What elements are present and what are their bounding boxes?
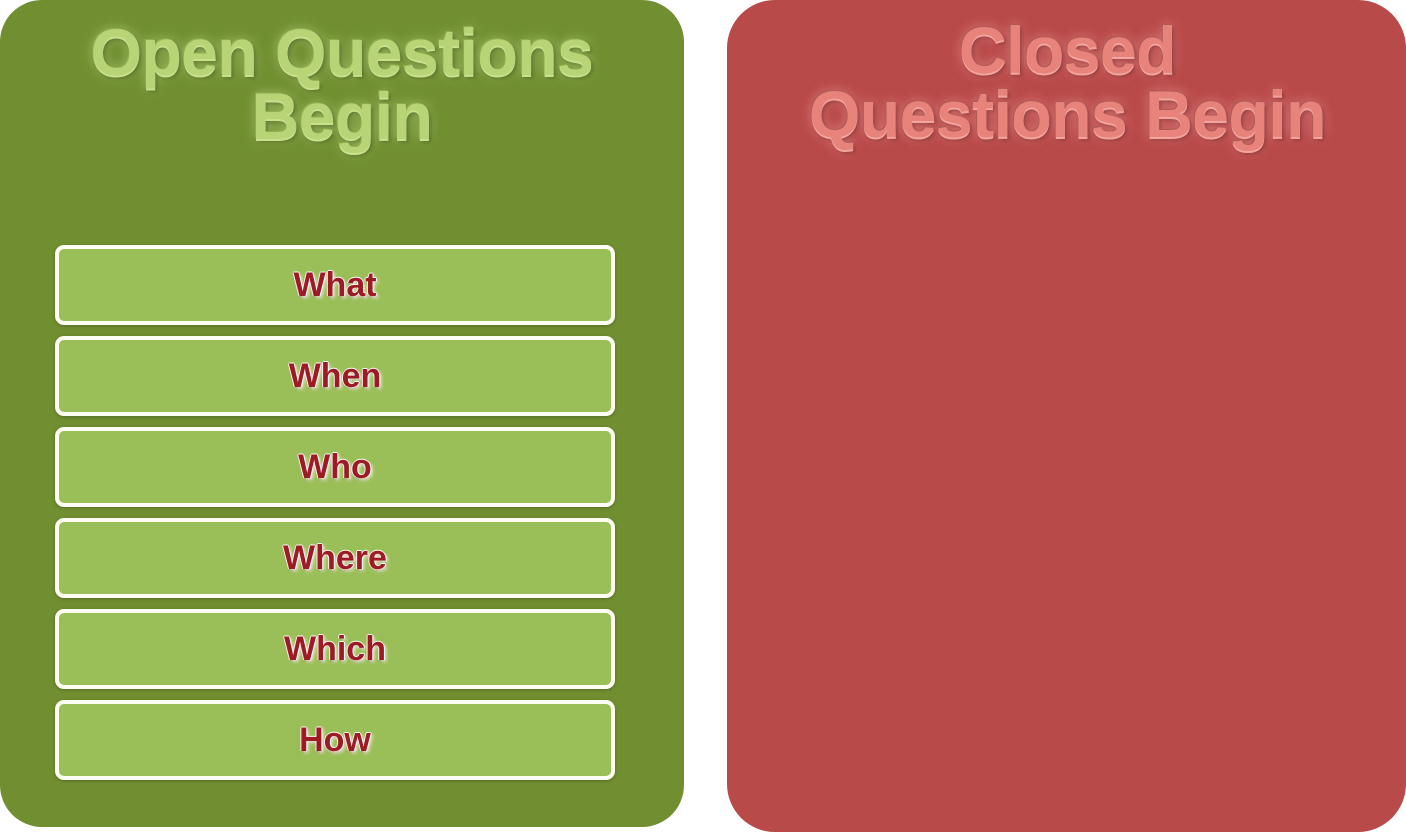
list-item[interactable]: Who bbox=[55, 427, 615, 507]
open-question-word: Where bbox=[283, 538, 387, 577]
open-questions-heading: Open Questions Begin bbox=[22, 15, 662, 154]
question-types-infographic: Open Questions Begin What When Who Where… bbox=[0, 0, 1406, 832]
open-questions-heading-line1: Open Questions bbox=[90, 15, 594, 89]
open-question-word: Who bbox=[298, 447, 372, 486]
open-question-word: Which bbox=[284, 629, 386, 668]
open-question-word: How bbox=[299, 720, 371, 759]
list-item[interactable]: When bbox=[55, 336, 615, 416]
open-question-word: When bbox=[288, 356, 382, 395]
closed-questions-panel: Closed Questions Begin IS IS DO//DID DO/… bbox=[727, 0, 1406, 832]
list-item[interactable]: What bbox=[55, 245, 615, 325]
closed-questions-heading-line2: Questions Begin bbox=[809, 77, 1326, 152]
open-questions-list: What When Who Where Which How bbox=[55, 245, 615, 780]
open-question-word: What bbox=[293, 265, 377, 304]
closed-questions-heading: Closed Questions Begin bbox=[745, 13, 1390, 152]
open-questions-heading-line2: Begin bbox=[251, 79, 433, 154]
list-item[interactable]: Which bbox=[55, 609, 615, 689]
list-item[interactable]: Where bbox=[55, 518, 615, 598]
open-questions-panel: Open Questions Begin What When Who Where… bbox=[0, 0, 684, 827]
list-item[interactable]: How bbox=[55, 700, 615, 780]
closed-questions-heading-line1: Closed bbox=[958, 13, 1177, 87]
